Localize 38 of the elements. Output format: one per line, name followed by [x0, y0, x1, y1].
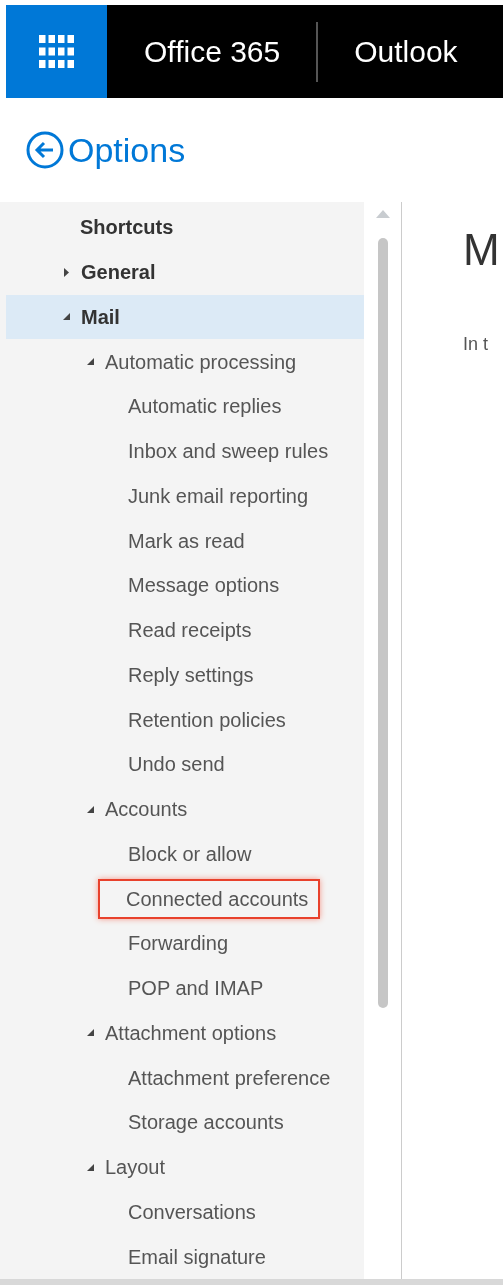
tree-item[interactable]: Email signature [124, 1238, 270, 1275]
expanded-arrow-icon[interactable] [86, 804, 95, 814]
tree-item[interactable]: Undo send [124, 746, 229, 783]
expanded-arrow-icon[interactable] [62, 312, 71, 322]
expanded-arrow-icon[interactable] [86, 1162, 95, 1172]
description-text: In t [463, 333, 489, 356]
tree-item[interactable]: Forwarding [124, 925, 233, 962]
options-title: Options [68, 129, 186, 171]
back-icon[interactable] [26, 131, 64, 169]
tree-item[interactable]: Layout [101, 1149, 170, 1186]
tree-item[interactable]: General [77, 254, 160, 291]
tree-item[interactable]: Message options [124, 567, 284, 604]
tree-item[interactable]: Block or allow [124, 835, 256, 872]
tree-item[interactable]: Retention policies [124, 701, 290, 738]
tree-item[interactable]: Automatic replies [124, 388, 286, 425]
tree-item[interactable]: Inbox and sweep rules [124, 433, 333, 470]
tree-item[interactable]: Attachment options [101, 1014, 281, 1051]
grid-icon [38, 34, 75, 69]
brand-title[interactable]: Office 365 [144, 29, 281, 74]
tree-item[interactable]: Junk email reporting [124, 477, 313, 514]
tree-item[interactable]: Shortcuts [76, 209, 178, 246]
tree-item[interactable]: Automatic processing [101, 343, 301, 380]
app-launcher-button[interactable] [6, 5, 107, 98]
page-title: M [463, 224, 501, 276]
tree-item[interactable]: Connected accounts [98, 878, 321, 919]
tree-item[interactable]: Attachment preference [124, 1059, 335, 1096]
tree-item[interactable]: Accounts [101, 791, 192, 828]
expanded-arrow-icon[interactable] [86, 357, 95, 367]
collapsed-arrow-icon[interactable] [62, 266, 71, 278]
tree-item[interactable]: Mail [77, 298, 124, 335]
tree-item[interactable]: Read receipts [124, 612, 256, 649]
tree-item[interactable]: Storage accounts [124, 1104, 288, 1141]
tree-item[interactable]: Reply settings [124, 656, 258, 693]
tree-item[interactable]: POP and IMAP [124, 970, 268, 1007]
tree-item[interactable]: Conversations [124, 1193, 260, 1230]
expanded-arrow-icon[interactable] [86, 1028, 95, 1038]
app-title[interactable]: Outlook [354, 29, 458, 74]
tree-item[interactable]: Mark as read [124, 522, 249, 559]
